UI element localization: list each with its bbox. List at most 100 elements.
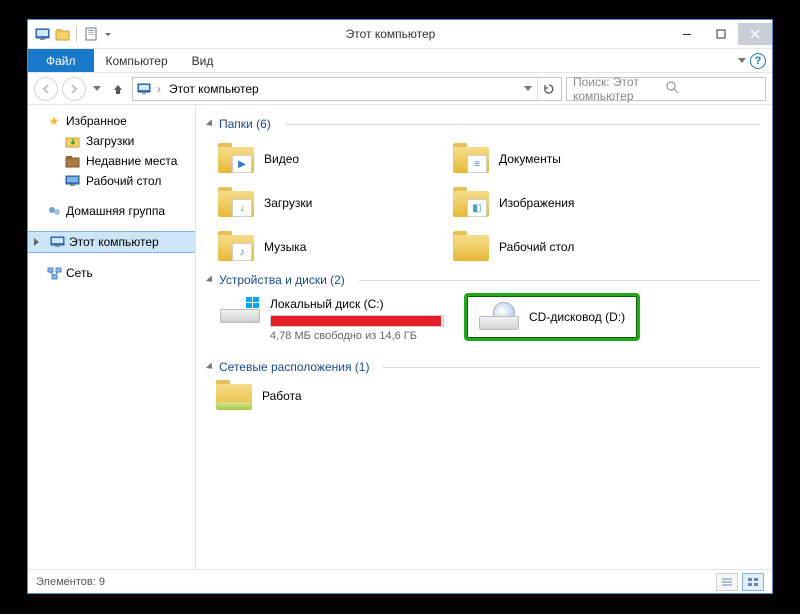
search-icon (666, 81, 759, 97)
devices-row: Локальный диск (C:) 4,78 МБ свободно из … (208, 293, 760, 346)
hard-disk-icon (220, 297, 260, 329)
ribbon-expand-icon[interactable] (738, 58, 746, 63)
folder-icon: ◧ (453, 187, 489, 219)
folder-label: Музыка (264, 240, 306, 254)
content-area: ★ Избранное Загрузки Недавние места Рабо… (28, 104, 772, 569)
cd-drive-icon (479, 302, 519, 332)
sidebar-favorites-label: Избранное (66, 114, 127, 128)
network-location-item[interactable]: Работа (208, 380, 760, 412)
folder-documents[interactable]: ≡ Документы (451, 137, 686, 181)
refresh-button[interactable] (537, 78, 559, 100)
folder-music[interactable]: ♪ Музыка (216, 225, 451, 269)
folder-label: Изображения (499, 196, 574, 210)
drive-cd-d[interactable]: CD-дисковод (D:) (469, 298, 635, 336)
drive-label: Локальный диск (C:) (270, 297, 450, 311)
breadcrumb-segment[interactable]: Этот компьютер (165, 82, 263, 96)
network-icon (46, 265, 62, 281)
sidebar-item-label: Этот компьютер (69, 235, 159, 249)
folders-grid: ▶ Видео ≡ Документы ↓ Загрузки ◧ Изображ… (208, 137, 760, 269)
explorer-icon (54, 26, 70, 42)
recent-places-icon (64, 153, 80, 169)
folder-icon: ▶ (218, 143, 254, 175)
computer-icon (34, 26, 50, 42)
star-icon: ★ (46, 113, 62, 129)
menu-view[interactable]: Вид (180, 50, 226, 72)
view-details-button[interactable] (716, 573, 738, 591)
expand-icon (206, 275, 215, 284)
separator (76, 26, 77, 42)
network-item-label: Работа (262, 389, 302, 403)
close-button[interactable] (738, 23, 772, 45)
sidebar-item-downloads[interactable]: Загрузки (28, 131, 195, 151)
search-placeholder: Поиск: Этот компьютер (573, 75, 666, 103)
folder-icon (453, 231, 489, 263)
navigation-pane: ★ Избранное Загрузки Недавние места Рабо… (28, 105, 196, 569)
drive-local-c[interactable]: Локальный диск (C:) 4,78 МБ свободно из … (216, 293, 454, 346)
highlight-frame: CD-дисковод (D:) (464, 293, 640, 341)
sidebar-item-label: Домашняя группа (66, 204, 165, 218)
location-computer-icon (135, 80, 153, 98)
expand-icon (206, 362, 215, 371)
properties-icon[interactable] (83, 26, 99, 42)
folder-label: Видео (264, 152, 299, 166)
menu-file[interactable]: Файл (28, 49, 94, 73)
sidebar-favorites[interactable]: ★ Избранное (28, 111, 195, 131)
status-bar: Элементов: 9 (28, 569, 772, 593)
folder-icon: ↓ (218, 187, 254, 219)
section-devices[interactable]: Устройства и диски (2) (208, 273, 760, 287)
folder-icon: ♪ (218, 231, 254, 263)
expand-icon (206, 119, 215, 128)
chevron-right-icon[interactable] (34, 238, 43, 246)
sidebar-homegroup[interactable]: Домашняя группа (28, 201, 195, 221)
folder-pictures[interactable]: ◧ Изображения (451, 181, 686, 225)
sidebar-item-recent[interactable]: Недавние места (28, 151, 195, 171)
folder-icon: ≡ (453, 143, 489, 175)
view-large-icons-button[interactable] (742, 573, 764, 591)
desktop-icon (64, 173, 80, 189)
sidebar-network[interactable]: Сеть (28, 263, 195, 283)
recent-dropdown-icon[interactable] (90, 79, 104, 99)
section-title: Папки (6) (219, 117, 271, 131)
section-folders[interactable]: Папки (6) (208, 117, 760, 131)
quick-access-toolbar (34, 26, 111, 42)
back-button[interactable] (34, 77, 58, 101)
folder-label: Загрузки (264, 196, 312, 210)
help-icon[interactable]: ? (750, 53, 766, 69)
folder-downloads-icon (64, 133, 80, 149)
homegroup-icon (46, 203, 62, 219)
menu-computer[interactable]: Компьютер (94, 50, 180, 72)
main-pane[interactable]: Папки (6) ▶ Видео ≡ Документы ↓ Загрузки… (196, 105, 772, 569)
search-input[interactable]: Поиск: Этот компьютер (566, 77, 766, 101)
section-title: Устройства и диски (2) (219, 273, 345, 287)
sidebar-item-label: Сеть (66, 266, 93, 280)
explorer-window: Этот компьютер Файл Компьютер Вид ? › Эт… (27, 19, 773, 594)
window-title: Этот компьютер (111, 27, 670, 41)
network-folder-icon (216, 380, 252, 412)
breadcrumb-separator-icon[interactable]: › (153, 82, 165, 96)
ribbon-tabs: Файл Компьютер Вид ? (28, 48, 772, 72)
sidebar-item-label: Недавние места (86, 154, 177, 168)
drive-label: CD-дисковод (D:) (529, 310, 625, 324)
folder-label: Документы (499, 152, 561, 166)
maximize-button[interactable] (704, 23, 738, 45)
status-item-count: Элементов: 9 (36, 576, 105, 588)
up-button[interactable] (108, 79, 128, 99)
folder-downloads[interactable]: ↓ Загрузки (216, 181, 451, 225)
navigation-row: › Этот компьютер Поиск: Этот компьютер (28, 72, 772, 104)
sidebar-item-label: Рабочий стол (86, 174, 161, 188)
minimize-button[interactable] (670, 23, 704, 45)
folder-desktop[interactable]: Рабочий стол (451, 225, 686, 269)
sidebar-this-pc[interactable]: Этот компьютер (28, 231, 195, 253)
drive-free-space: 4,78 МБ свободно из 14,6 ГБ (270, 330, 450, 342)
title-bar: Этот компьютер (28, 20, 772, 48)
address-dropdown-icon[interactable] (519, 86, 537, 91)
section-network[interactable]: Сетевые расположения (1) (208, 360, 760, 374)
address-bar[interactable]: › Этот компьютер (132, 77, 562, 101)
sidebar-item-desktop[interactable]: Рабочий стол (28, 171, 195, 191)
forward-button[interactable] (62, 77, 86, 101)
sidebar-item-label: Загрузки (86, 134, 134, 148)
section-title: Сетевые расположения (1) (219, 360, 369, 374)
computer-icon (49, 234, 65, 250)
storage-usage-bar (270, 315, 444, 327)
folder-videos[interactable]: ▶ Видео (216, 137, 451, 181)
